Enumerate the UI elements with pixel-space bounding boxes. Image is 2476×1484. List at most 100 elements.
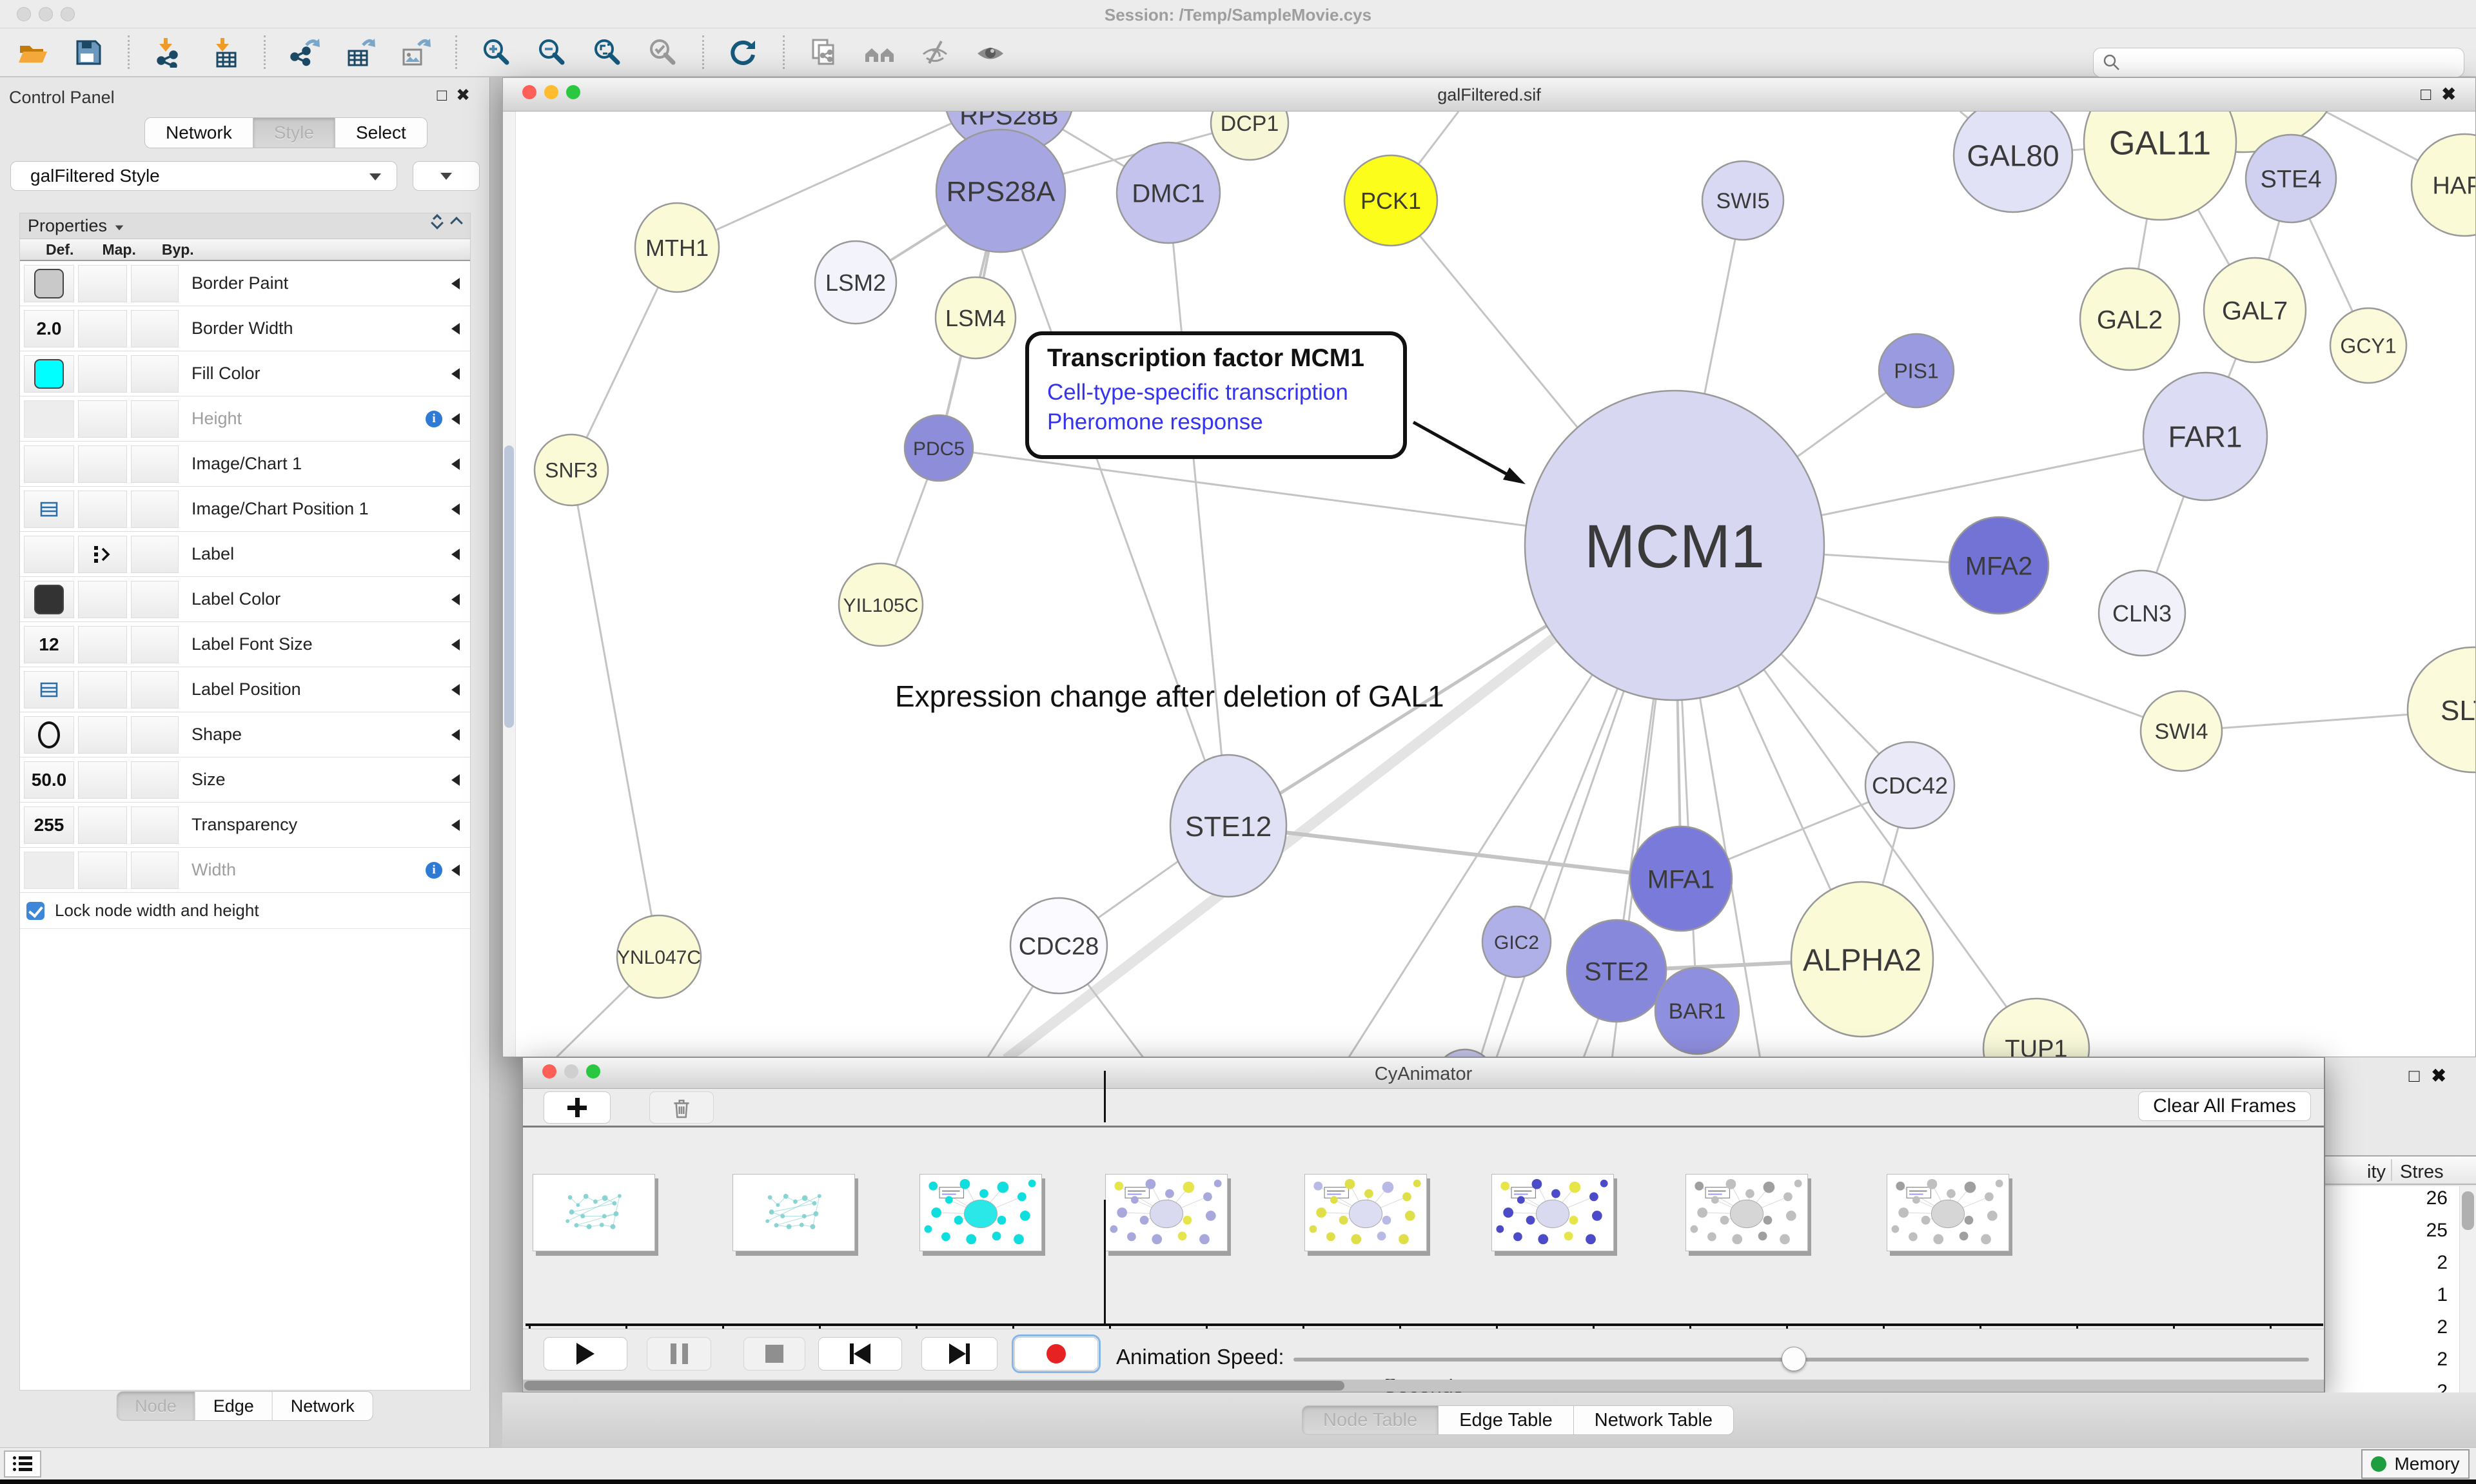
skip-start-button[interactable] xyxy=(818,1337,902,1371)
node-alpha2[interactable]: ALPHA2 xyxy=(1791,882,1933,1037)
expand-row-icon[interactable] xyxy=(451,594,460,605)
tab-edge-table[interactable]: Edge Table xyxy=(1439,1405,1574,1435)
info-icon[interactable]: i xyxy=(426,411,442,427)
close-panel-icon[interactable]: ✖ xyxy=(456,85,479,104)
default-value-cell[interactable] xyxy=(24,852,74,889)
property-row-image-chart-1[interactable]: Image/Chart 1 xyxy=(20,442,470,487)
scrollbar-thumb[interactable] xyxy=(2462,1191,2474,1230)
node-mfa2[interactable]: MFA2 xyxy=(1949,517,2049,614)
tab-network[interactable]: Network xyxy=(273,1391,373,1421)
mapping-cell[interactable] xyxy=(78,716,127,754)
property-row-border-width[interactable]: 2.0Border Width xyxy=(20,306,470,351)
mapping-cell[interactable] xyxy=(78,671,127,708)
frame-thumbnail-4[interactable] xyxy=(1304,1174,1427,1251)
mapping-cell[interactable] xyxy=(78,491,127,528)
zoom-fit-button[interactable] xyxy=(589,34,626,71)
property-row-height[interactable]: Heighti xyxy=(20,396,470,442)
node-dcp1[interactable]: DCP1 xyxy=(1211,112,1288,160)
tab-select[interactable]: Select xyxy=(335,117,427,148)
close-window-icon[interactable]: ✖ xyxy=(2441,84,2466,104)
node-cln3[interactable]: CLN3 xyxy=(2099,571,2185,656)
table-column-centrality[interactable]: ity xyxy=(2325,1162,2386,1183)
node-ynl047c[interactable]: YNL047C xyxy=(617,915,701,998)
bypass-cell[interactable] xyxy=(131,671,179,708)
mapping-cell[interactable] xyxy=(78,852,127,889)
playhead-cursor-upper[interactable] xyxy=(1104,1071,1106,1122)
bypass-cell[interactable] xyxy=(131,761,179,799)
node-tup1[interactable]: TUP1 xyxy=(1983,999,2089,1057)
table-scrollbar[interactable] xyxy=(2459,1186,2476,1425)
bypass-cell[interactable] xyxy=(131,716,179,754)
mapping-cell[interactable] xyxy=(78,310,127,347)
node-lsm4[interactable]: LSM4 xyxy=(936,277,1016,358)
default-value-cell[interactable] xyxy=(24,355,74,393)
save-session-button[interactable] xyxy=(70,34,107,71)
node-gal2[interactable]: GAL2 xyxy=(2080,268,2179,370)
tab-edge[interactable]: Edge xyxy=(195,1391,273,1421)
scrollbar-thumb[interactable] xyxy=(504,445,514,728)
cyanimator-titlebar[interactable]: CyAnimator xyxy=(523,1058,2324,1089)
bypass-cell[interactable] xyxy=(131,491,179,528)
property-row-width[interactable]: Widthi xyxy=(20,848,470,893)
mapping-cell[interactable] xyxy=(78,581,127,618)
node-dmc1[interactable]: DMC1 xyxy=(1117,142,1220,243)
network-caption[interactable]: Expression change after deletion of GAL1 xyxy=(895,679,1444,714)
mapping-cell[interactable] xyxy=(78,445,127,483)
column-divider[interactable] xyxy=(2391,1159,2392,1181)
float-window-icon[interactable]: □ xyxy=(2421,84,2441,104)
scrollbar-thumb[interactable] xyxy=(524,1381,1344,1391)
bypass-cell[interactable] xyxy=(131,445,179,483)
expand-row-icon[interactable] xyxy=(451,413,460,425)
delete-frame-button[interactable] xyxy=(649,1091,714,1124)
float-panel-icon[interactable]: □ xyxy=(437,85,456,104)
speed-slider-handle[interactable] xyxy=(1782,1347,1806,1371)
property-row-transparency[interactable]: 255Transparency xyxy=(20,803,470,848)
frame-thumbnail-6[interactable] xyxy=(1685,1174,1808,1251)
node-hap[interactable]: HAP2 xyxy=(2412,134,2475,236)
property-row-label-position[interactable]: Label Position xyxy=(20,667,470,712)
import-table-button[interactable] xyxy=(206,34,243,71)
stop-button[interactable] xyxy=(743,1337,805,1371)
search-input[interactable] xyxy=(2121,53,2464,73)
bypass-cell[interactable] xyxy=(131,536,179,573)
frame-thumbnail-2[interactable] xyxy=(919,1174,1042,1251)
node-gic2[interactable]: GIC2 xyxy=(1482,906,1551,977)
pause-button[interactable] xyxy=(647,1337,711,1371)
node-yil105c[interactable]: YIL105C xyxy=(839,563,923,646)
annotation-link-1[interactable]: Cell-type-specific transcription xyxy=(1047,378,1403,407)
close-panel-icon[interactable]: ✖ xyxy=(2432,1066,2458,1086)
node-ste4[interactable]: STE4 xyxy=(2246,135,2336,222)
show-all-button[interactable] xyxy=(972,34,1009,71)
node-gal7[interactable]: GAL7 xyxy=(2204,258,2306,362)
property-row-label-font-size[interactable]: 12Label Font Size xyxy=(20,622,470,667)
node-ste12[interactable]: STE12 xyxy=(1170,755,1286,897)
bypass-cell[interactable] xyxy=(131,265,179,302)
node-far1[interactable]: FAR1 xyxy=(2143,373,2267,500)
timeline-hscrollbar[interactable] xyxy=(523,1380,2324,1392)
playhead-cursor[interactable] xyxy=(1104,1200,1106,1323)
default-value-cell[interactable]: 2.0 xyxy=(24,310,74,347)
clear-all-frames-button[interactable]: Clear All Frames xyxy=(2138,1091,2311,1121)
collapse-all-icon[interactable] xyxy=(450,217,463,229)
tab-node-table[interactable]: Node Table xyxy=(1302,1405,1439,1435)
node-cdc28[interactable]: CDC28 xyxy=(1010,898,1107,993)
node-gcy1[interactable]: GCY1 xyxy=(2330,308,2406,383)
refresh-view-button[interactable] xyxy=(725,34,762,71)
property-row-border-paint[interactable]: Border Paint xyxy=(20,261,470,306)
search-box[interactable] xyxy=(2093,48,2464,77)
expand-row-icon[interactable] xyxy=(451,864,460,876)
float-panel-icon[interactable]: □ xyxy=(2409,1066,2432,1086)
default-value-cell[interactable] xyxy=(24,716,74,754)
network-left-scrollbar[interactable] xyxy=(503,112,516,1057)
frame-thumbnail-1[interactable] xyxy=(732,1174,855,1251)
network-window-titlebar[interactable]: galFiltered.sif □✖ xyxy=(503,78,2475,112)
record-button[interactable] xyxy=(1014,1337,1098,1371)
default-value-cell[interactable]: 12 xyxy=(24,626,74,663)
frame-thumbnail-3[interactable] xyxy=(1105,1174,1228,1251)
node-pdc5[interactable]: PDC5 xyxy=(905,415,973,481)
zoom-out-button[interactable] xyxy=(533,34,571,71)
node-cdc42[interactable]: CDC42 xyxy=(1865,742,1954,828)
node-mcm1[interactable]: MCM1 xyxy=(1525,391,1824,700)
annotation-box[interactable]: Transcription factor MCM1 Cell-type-spec… xyxy=(1025,331,1407,459)
node-rps28a[interactable]: RPS28A xyxy=(936,130,1065,252)
